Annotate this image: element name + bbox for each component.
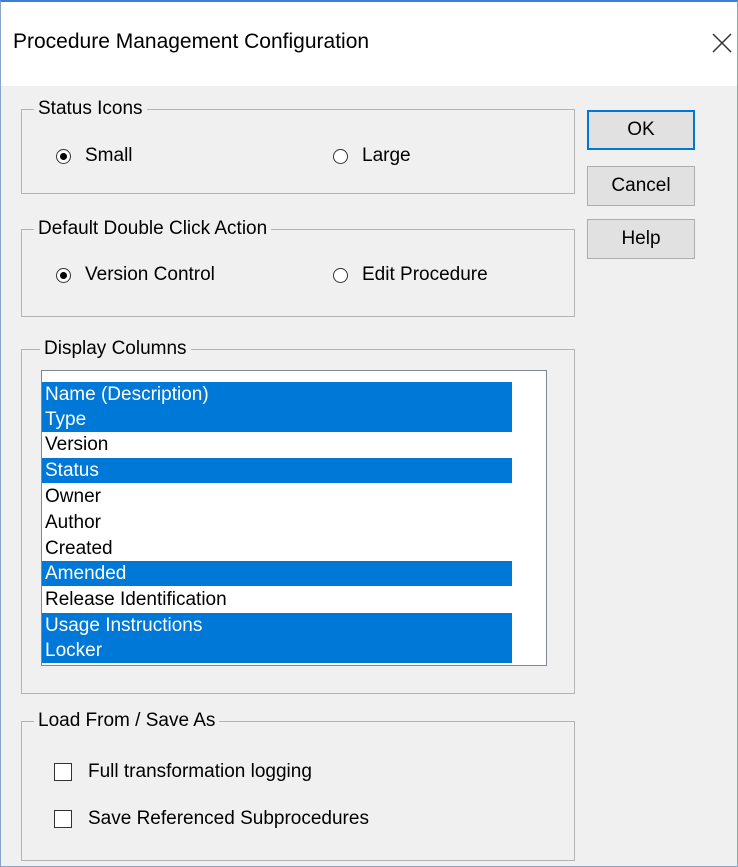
list-item[interactable]: Version	[42, 432, 512, 457]
load-save-group: Load From / Save As Full transformation …	[21, 710, 575, 861]
double-click-group: Default Double Click Action Version Cont…	[21, 218, 575, 317]
save-subprocedures-checkbox[interactable]: Save Referenced Subprocedures	[54, 808, 369, 830]
window-title: Procedure Management Configuration	[13, 30, 370, 53]
list-item[interactable]: Locker	[42, 638, 512, 663]
radio-large-label: Large	[362, 145, 411, 166]
double-click-legend: Default Double Click Action	[34, 218, 272, 240]
title-bar[interactable]: Procedure Management Configuration	[1, 2, 737, 86]
radio-small-indicator[interactable]	[56, 148, 71, 164]
cancel-button[interactable]: Cancel	[587, 166, 695, 206]
radio-version-control[interactable]: Version Control	[56, 264, 215, 286]
dialog-window: Procedure Management Configuration Statu…	[0, 0, 738, 867]
help-button[interactable]: Help	[587, 219, 695, 259]
close-icon[interactable]	[707, 28, 737, 58]
save-subprocedures-label: Save Referenced Subprocedures	[88, 808, 369, 829]
list-item[interactable]: Status	[42, 458, 512, 483]
list-item[interactable]: Created	[42, 536, 512, 561]
status-icons-legend: Status Icons	[34, 98, 147, 120]
list-item[interactable]: Author	[42, 510, 512, 535]
display-columns-listbox[interactable]: Name (Description) Type Version Status O…	[41, 370, 547, 666]
radio-small-label: Small	[85, 145, 133, 166]
list-item[interactable]: Type	[42, 407, 512, 432]
full-logging-label: Full transformation logging	[88, 761, 312, 782]
list-item[interactable]: Release Identification	[42, 587, 512, 612]
list-item[interactable]: Owner	[42, 484, 512, 509]
list-item[interactable]: Usage Instructions	[42, 613, 512, 638]
ok-button[interactable]: OK	[587, 110, 695, 150]
list-item[interactable]: Amended	[42, 561, 512, 586]
radio-edit-procedure-indicator[interactable]	[333, 267, 348, 283]
radio-small[interactable]: Small	[56, 145, 133, 167]
radio-version-control-indicator[interactable]	[56, 267, 71, 283]
radio-large-indicator[interactable]	[333, 148, 348, 164]
radio-large[interactable]: Large	[333, 145, 411, 167]
list-item[interactable]: Name (Description)	[42, 382, 512, 407]
radio-edit-procedure[interactable]: Edit Procedure	[333, 264, 488, 286]
full-logging-checkbox[interactable]: Full transformation logging	[54, 761, 312, 783]
load-save-legend: Load From / Save As	[34, 710, 220, 732]
status-icons-group: Status Icons Small Large	[21, 98, 575, 194]
radio-version-control-label: Version Control	[85, 264, 215, 285]
display-columns-legend: Display Columns	[40, 338, 191, 360]
full-logging-checkbox-box[interactable]	[54, 763, 72, 781]
save-subprocedures-checkbox-box[interactable]	[54, 810, 72, 828]
radio-edit-procedure-label: Edit Procedure	[362, 264, 488, 285]
